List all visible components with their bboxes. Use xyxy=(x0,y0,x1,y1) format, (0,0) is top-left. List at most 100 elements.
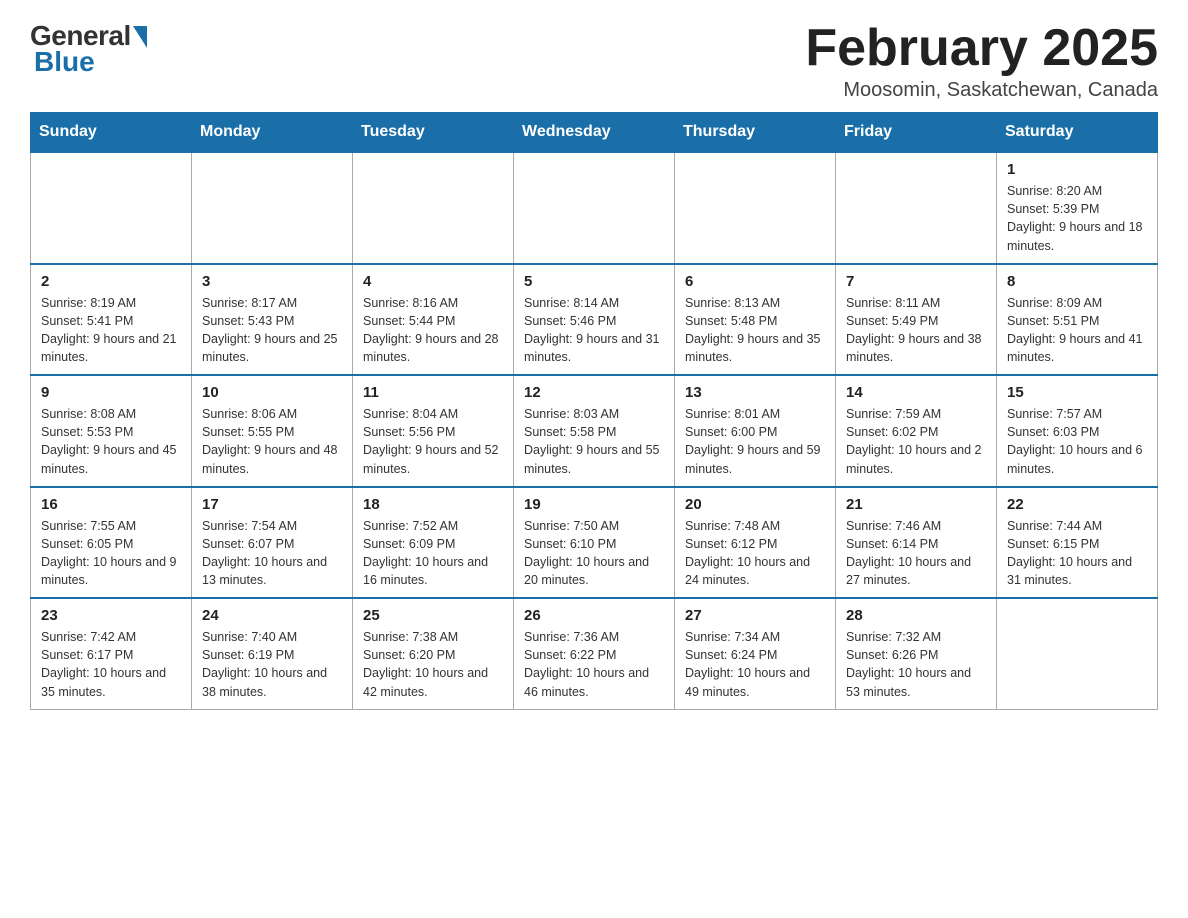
weekday-header-monday: Monday xyxy=(192,113,353,153)
page-header: General Blue February 2025 Moosomin, Sas… xyxy=(30,20,1158,102)
calendar-week-row: 9 Sunrise: 8:08 AMSunset: 5:53 PMDaylight… xyxy=(31,375,1158,487)
calendar-cell: 3 Sunrise: 8:17 AMSunset: 5:43 PMDaylight… xyxy=(192,264,353,376)
calendar-cell: 26 Sunrise: 7:36 AMSunset: 6:22 PMDayligh… xyxy=(514,598,675,709)
calendar-cell: 10 Sunrise: 8:06 AMSunset: 5:55 PMDayligh… xyxy=(192,375,353,487)
weekday-header-wednesday: Wednesday xyxy=(514,113,675,153)
weekday-header-friday: Friday xyxy=(836,113,997,153)
calendar-cell xyxy=(353,152,514,264)
calendar-cell xyxy=(675,152,836,264)
calendar-cell: 19Sunrise: 7:50 AMSunset: 6:10 PMDayligh… xyxy=(514,487,675,599)
day-info: Sunrise: 7:48 AMSunset: 6:12 PMDaylight:… xyxy=(685,517,825,590)
calendar-cell: 18 Sunrise: 7:52 AMSunset: 6:09 PMDayligh… xyxy=(353,487,514,599)
day-info: Sunrise: 7:52 AMSunset: 6:09 PMDaylight:… xyxy=(363,517,503,590)
day-number: 18 xyxy=(363,496,503,513)
day-number: 28 xyxy=(846,607,986,624)
calendar-cell xyxy=(31,152,192,264)
calendar-cell: 17 Sunrise: 7:54 AMSunset: 6:07 PMDayligh… xyxy=(192,487,353,599)
weekday-header-tuesday: Tuesday xyxy=(353,113,514,153)
day-info: Sunrise: 7:57 AMSunset: 6:03 PMDaylight:… xyxy=(1007,405,1147,478)
day-number: 16 xyxy=(41,496,181,513)
day-info: Sunrise: 8:19 AMSunset: 5:41 PMDaylight:… xyxy=(41,294,181,367)
day-number: 15 xyxy=(1007,384,1147,401)
title-block: February 2025 Moosomin, Saskatchewan, Ca… xyxy=(805,20,1158,102)
day-number: 25 xyxy=(363,607,503,624)
calendar-cell: 14 Sunrise: 7:59 AMSunset: 6:02 PMDayligh… xyxy=(836,375,997,487)
day-number: 3 xyxy=(202,273,342,290)
calendar-week-row: 2 Sunrise: 8:19 AMSunset: 5:41 PMDaylight… xyxy=(31,264,1158,376)
calendar-cell: 9 Sunrise: 8:08 AMSunset: 5:53 PMDaylight… xyxy=(31,375,192,487)
day-info: Sunrise: 7:32 AMSunset: 6:26 PMDaylight:… xyxy=(846,628,986,701)
day-number: 7 xyxy=(846,273,986,290)
calendar-cell: 27 Sunrise: 7:34 AMSunset: 6:24 PMDayligh… xyxy=(675,598,836,709)
calendar-cell: 8 Sunrise: 8:09 AMSunset: 5:51 PMDaylight… xyxy=(997,264,1158,376)
weekday-header-thursday: Thursday xyxy=(675,113,836,153)
calendar-cell: 5 Sunrise: 8:14 AMSunset: 5:46 PMDaylight… xyxy=(514,264,675,376)
logo-arrow-icon xyxy=(133,26,147,48)
calendar-cell xyxy=(997,598,1158,709)
day-number: 13 xyxy=(685,384,825,401)
day-number: 6 xyxy=(685,273,825,290)
day-info: Sunrise: 7:46 AMSunset: 6:14 PMDaylight:… xyxy=(846,517,986,590)
day-info: Sunrise: 7:34 AMSunset: 6:24 PMDaylight:… xyxy=(685,628,825,701)
day-info: Sunrise: 8:01 AMSunset: 6:00 PMDaylight:… xyxy=(685,405,825,478)
day-info: Sunrise: 7:59 AMSunset: 6:02 PMDaylight:… xyxy=(846,405,986,478)
day-info: Sunrise: 7:36 AMSunset: 6:22 PMDaylight:… xyxy=(524,628,664,701)
calendar-cell: 4 Sunrise: 8:16 AMSunset: 5:44 PMDaylight… xyxy=(353,264,514,376)
calendar-cell: 2 Sunrise: 8:19 AMSunset: 5:41 PMDaylight… xyxy=(31,264,192,376)
calendar-cell: 1 Sunrise: 8:20 AMSunset: 5:39 PMDaylight… xyxy=(997,152,1158,264)
day-number: 10 xyxy=(202,384,342,401)
calendar-cell: 23Sunrise: 7:42 AMSunset: 6:17 PMDayligh… xyxy=(31,598,192,709)
day-info: Sunrise: 8:17 AMSunset: 5:43 PMDaylight:… xyxy=(202,294,342,367)
calendar-week-row: 1 Sunrise: 8:20 AMSunset: 5:39 PMDaylight… xyxy=(31,152,1158,264)
month-title: February 2025 xyxy=(805,20,1158,77)
day-number: 27 xyxy=(685,607,825,624)
day-info: Sunrise: 7:50 AMSunset: 6:10 PMDaylight:… xyxy=(524,517,664,590)
calendar-cell: 22 Sunrise: 7:44 AMSunset: 6:15 PMDayligh… xyxy=(997,487,1158,599)
day-info: Sunrise: 8:06 AMSunset: 5:55 PMDaylight:… xyxy=(202,405,342,478)
calendar-week-row: 23Sunrise: 7:42 AMSunset: 6:17 PMDayligh… xyxy=(31,598,1158,709)
day-number: 22 xyxy=(1007,496,1147,513)
day-number: 14 xyxy=(846,384,986,401)
day-number: 21 xyxy=(846,496,986,513)
day-info: Sunrise: 8:08 AMSunset: 5:53 PMDaylight:… xyxy=(41,405,181,478)
calendar-cell: 21 Sunrise: 7:46 AMSunset: 6:14 PMDayligh… xyxy=(836,487,997,599)
day-number: 4 xyxy=(363,273,503,290)
day-info: Sunrise: 8:14 AMSunset: 5:46 PMDaylight:… xyxy=(524,294,664,367)
day-number: 8 xyxy=(1007,273,1147,290)
day-number: 11 xyxy=(363,384,503,401)
calendar-cell xyxy=(514,152,675,264)
day-info: Sunrise: 7:54 AMSunset: 6:07 PMDaylight:… xyxy=(202,517,342,590)
day-info: Sunrise: 7:40 AMSunset: 6:19 PMDaylight:… xyxy=(202,628,342,701)
calendar-cell: 25 Sunrise: 7:38 AMSunset: 6:20 PMDayligh… xyxy=(353,598,514,709)
calendar-cell xyxy=(836,152,997,264)
logo-blue-text: Blue xyxy=(30,46,95,78)
day-info: Sunrise: 8:03 AMSunset: 5:58 PMDaylight:… xyxy=(524,405,664,478)
day-info: Sunrise: 8:16 AMSunset: 5:44 PMDaylight:… xyxy=(363,294,503,367)
calendar-cell: 12 Sunrise: 8:03 AMSunset: 5:58 PMDayligh… xyxy=(514,375,675,487)
day-info: Sunrise: 8:09 AMSunset: 5:51 PMDaylight:… xyxy=(1007,294,1147,367)
day-number: 26 xyxy=(524,607,664,624)
day-number: 23 xyxy=(41,607,181,624)
calendar-cell: 7Sunrise: 8:11 AMSunset: 5:49 PMDaylight… xyxy=(836,264,997,376)
calendar-cell: 28 Sunrise: 7:32 AMSunset: 6:26 PMDayligh… xyxy=(836,598,997,709)
calendar-cell: 11 Sunrise: 8:04 AMSunset: 5:56 PMDayligh… xyxy=(353,375,514,487)
weekday-header-row: SundayMondayTuesdayWednesdayThursdayFrid… xyxy=(31,113,1158,153)
day-number: 17 xyxy=(202,496,342,513)
calendar-cell xyxy=(192,152,353,264)
day-number: 5 xyxy=(524,273,664,290)
day-info: Sunrise: 8:20 AMSunset: 5:39 PMDaylight:… xyxy=(1007,182,1147,255)
day-number: 20 xyxy=(685,496,825,513)
day-number: 12 xyxy=(524,384,664,401)
weekday-header-sunday: Sunday xyxy=(31,113,192,153)
day-info: Sunrise: 7:44 AMSunset: 6:15 PMDaylight:… xyxy=(1007,517,1147,590)
calendar-cell: 20 Sunrise: 7:48 AMSunset: 6:12 PMDayligh… xyxy=(675,487,836,599)
day-number: 1 xyxy=(1007,161,1147,178)
day-info: Sunrise: 8:04 AMSunset: 5:56 PMDaylight:… xyxy=(363,405,503,478)
day-number: 9 xyxy=(41,384,181,401)
day-info: Sunrise: 7:55 AMSunset: 6:05 PMDaylight:… xyxy=(41,517,181,590)
day-info: Sunrise: 8:13 AMSunset: 5:48 PMDaylight:… xyxy=(685,294,825,367)
calendar-week-row: 16 Sunrise: 7:55 AMSunset: 6:05 PMDayligh… xyxy=(31,487,1158,599)
day-number: 2 xyxy=(41,273,181,290)
day-number: 24 xyxy=(202,607,342,624)
day-info: Sunrise: 7:38 AMSunset: 6:20 PMDaylight:… xyxy=(363,628,503,701)
